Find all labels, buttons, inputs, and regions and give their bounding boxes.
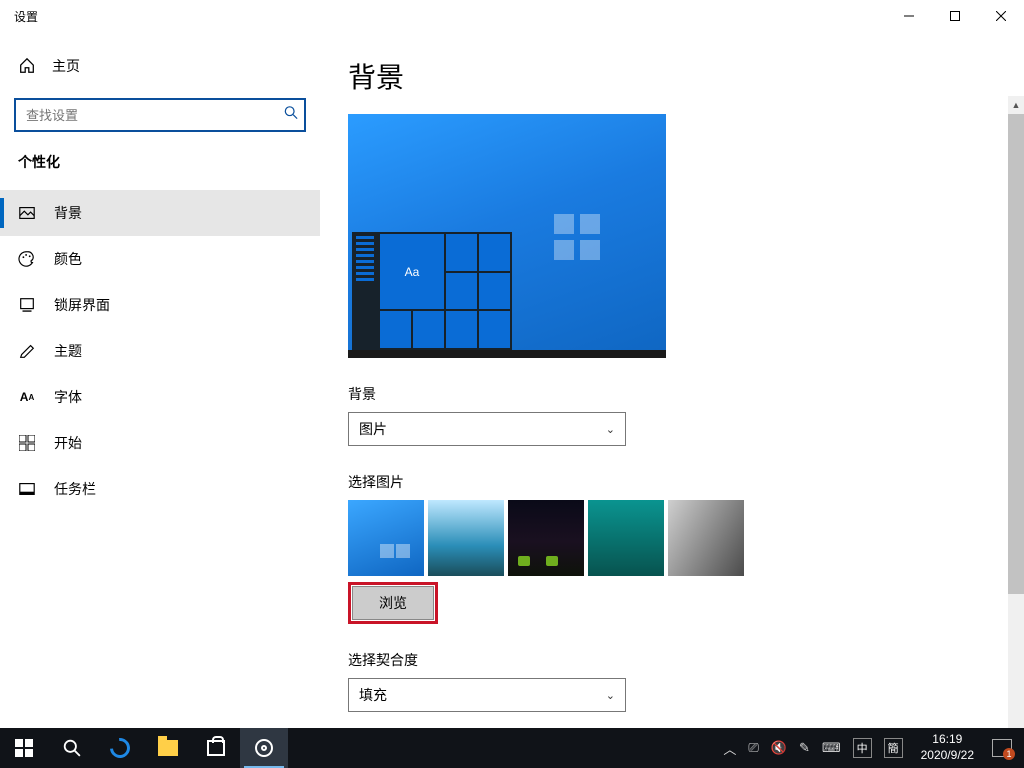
- close-button[interactable]: [978, 0, 1024, 32]
- home-label: 主页: [52, 56, 80, 76]
- sidebar-item-start[interactable]: 开始: [0, 420, 320, 466]
- section-label: 个性化: [0, 132, 320, 180]
- select-value: 图片: [359, 419, 387, 439]
- sidebar-item-label: 主题: [54, 341, 82, 361]
- sidebar-item-taskbar[interactable]: 任务栏: [0, 466, 320, 512]
- sidebar-item-label: 背景: [54, 203, 82, 223]
- background-type-label: 背景: [348, 384, 1024, 404]
- sidebar-item-lockscreen[interactable]: 锁屏界面: [0, 282, 320, 328]
- page-title: 背景: [348, 56, 1024, 96]
- scroll-thumb[interactable]: [1008, 114, 1024, 594]
- taskbar-search[interactable]: [48, 728, 96, 768]
- picture-thumb[interactable]: [668, 500, 744, 576]
- start-icon: [18, 434, 36, 452]
- sidebar-item-fonts[interactable]: AA 字体: [0, 374, 320, 420]
- sidebar-item-label: 字体: [54, 387, 82, 407]
- search-input[interactable]: [14, 98, 306, 132]
- chevron-down-icon: ⌄: [606, 423, 615, 436]
- preview-sample-tile: Aa: [380, 234, 444, 309]
- ime-icon[interactable]: ✎: [799, 740, 810, 756]
- fit-select[interactable]: 填充 ⌄: [348, 678, 626, 712]
- taskbar-settings[interactable]: [240, 728, 288, 768]
- scroll-up-icon[interactable]: ▲: [1008, 96, 1024, 114]
- sidebar: 主页 个性化 背景 颜色: [0, 32, 320, 728]
- sidebar-item-label: 开始: [54, 433, 82, 453]
- scrollbar[interactable]: ▲: [1008, 96, 1024, 728]
- taskbar: ︿ ⎚ 🔇 ✎ ⌨ 中 簡 16:19 2020/9/22: [0, 728, 1024, 768]
- picture-thumb[interactable]: [348, 500, 424, 576]
- taskbar-explorer[interactable]: [144, 728, 192, 768]
- maximize-button[interactable]: [932, 0, 978, 32]
- taskbar-edge[interactable]: [96, 728, 144, 768]
- start-button[interactable]: [0, 728, 48, 768]
- palette-icon: [18, 250, 36, 268]
- browse-highlight: 浏览: [348, 582, 438, 624]
- taskbar-store[interactable]: [192, 728, 240, 768]
- ime-lang-2[interactable]: 簡: [884, 738, 903, 758]
- search-icon: [284, 106, 298, 125]
- home-link[interactable]: 主页: [0, 42, 320, 90]
- theme-icon: [18, 342, 36, 360]
- tray-chevron-up-icon[interactable]: ︿: [723, 739, 736, 758]
- ime-lang-1[interactable]: 中: [853, 738, 872, 758]
- lockscreen-icon: [18, 296, 36, 314]
- sidebar-item-background[interactable]: 背景: [0, 190, 320, 236]
- taskbar-clock[interactable]: 16:19 2020/9/22: [915, 732, 980, 763]
- sidebar-item-label: 颜色: [54, 249, 82, 269]
- home-icon: [18, 57, 36, 75]
- picture-thumb[interactable]: [428, 500, 504, 576]
- browse-button[interactable]: 浏览: [352, 586, 434, 620]
- picture-thumbnails: [348, 500, 1024, 576]
- titlebar: 设置: [0, 0, 1024, 32]
- sidebar-item-themes[interactable]: 主题: [0, 328, 320, 374]
- chevron-down-icon: ⌄: [606, 689, 615, 702]
- sidebar-item-label: 任务栏: [54, 479, 96, 499]
- sidebar-item-colors[interactable]: 颜色: [0, 236, 320, 282]
- font-icon: AA: [18, 388, 36, 406]
- network-icon[interactable]: ⎚: [748, 740, 758, 756]
- window-title: 设置: [14, 8, 38, 25]
- system-tray: ︿ ⎚ 🔇 ✎ ⌨ 中 簡 16:19 2020/9/22: [723, 732, 1024, 763]
- select-value: 填充: [359, 685, 387, 705]
- taskbar-icon: [18, 480, 36, 498]
- choose-picture-label: 选择图片: [348, 472, 1024, 492]
- clock-date: 2020/9/22: [921, 748, 974, 764]
- volume-icon[interactable]: 🔇: [771, 740, 787, 756]
- background-type-select[interactable]: 图片 ⌄: [348, 412, 626, 446]
- clock-time: 16:19: [921, 732, 974, 748]
- minimize-button[interactable]: [886, 0, 932, 32]
- fit-label: 选择契合度: [348, 650, 1024, 670]
- sidebar-item-label: 锁屏界面: [54, 295, 110, 315]
- keyboard-icon[interactable]: ⌨: [822, 740, 841, 756]
- content-area: 背景 Aa 背景 图片 ⌄ 选择图片: [320, 32, 1024, 728]
- action-center-icon[interactable]: [992, 739, 1012, 757]
- picture-thumb[interactable]: [588, 500, 664, 576]
- picture-thumb[interactable]: [508, 500, 584, 576]
- background-preview: Aa: [348, 114, 666, 358]
- image-icon: [18, 204, 36, 222]
